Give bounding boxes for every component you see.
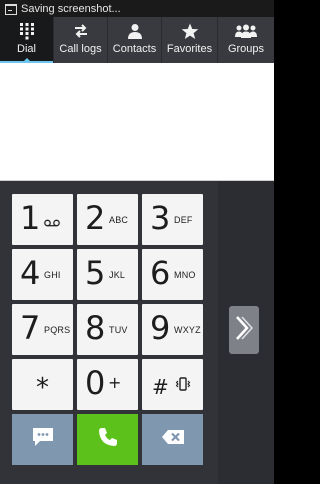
key-3[interactable]: 3 DEF — [142, 194, 203, 245]
key-letters: PQRS — [44, 325, 71, 335]
expand-panel-button[interactable] — [229, 306, 259, 354]
key-digit: 8 — [85, 309, 106, 347]
tab-label: Call logs — [59, 43, 102, 55]
call-logs-icon — [70, 21, 92, 41]
message-icon — [31, 426, 55, 453]
key-letters: JKL — [109, 270, 126, 280]
key-digit: 3 — [150, 199, 171, 237]
key-star[interactable]: * — [12, 359, 73, 410]
key-digit: * — [36, 373, 49, 403]
key-0[interactable]: 0 + — [77, 359, 138, 410]
key-letters: GHI — [44, 270, 61, 280]
tab-bar: Dial Call logs Contacts Favorites Groups — [0, 17, 274, 63]
key-digit: 0 — [85, 364, 106, 402]
key-letters: WXYZ — [174, 325, 201, 335]
tab-label: Dial — [17, 43, 36, 55]
key-7[interactable]: 7 PQRS — [12, 304, 73, 355]
tab-dial[interactable]: Dial — [0, 17, 54, 63]
key-digit: 1 — [20, 199, 41, 237]
download-icon — [3, 2, 17, 15]
key-6[interactable]: 6 MNO — [142, 249, 203, 300]
key-4[interactable]: 4 GHI — [12, 249, 73, 300]
delete-button[interactable] — [142, 414, 203, 465]
key-letters: TUV — [109, 325, 128, 335]
backspace-icon — [161, 429, 185, 450]
dialpad-icon — [16, 21, 38, 41]
key-8[interactable]: 8 TUV — [77, 304, 138, 355]
key-letters: MNO — [174, 270, 196, 280]
chevron-right-icon — [235, 315, 254, 346]
vibrate-icon — [175, 376, 191, 397]
key-2[interactable]: 2 ABC — [77, 194, 138, 245]
key-9[interactable]: 9 WXYZ — [142, 304, 203, 355]
key-letters: + — [108, 373, 122, 392]
status-bar: Saving screenshot... — [0, 0, 274, 17]
phone-icon — [97, 426, 119, 453]
groups-icon — [235, 21, 257, 41]
tab-groups[interactable]: Groups — [218, 17, 274, 63]
key-digit: 7 — [20, 309, 41, 347]
key-digit: 6 — [150, 254, 171, 292]
tab-label: Favorites — [166, 43, 213, 55]
key-digit: 5 — [85, 254, 106, 292]
star-icon — [179, 21, 201, 41]
voicemail-icon — [44, 214, 60, 232]
key-hash[interactable]: # — [142, 359, 203, 410]
contact-icon — [124, 21, 146, 41]
status-text: Saving screenshot... — [21, 2, 121, 15]
message-button[interactable] — [12, 414, 73, 465]
tab-contacts[interactable]: Contacts — [108, 17, 162, 63]
key-digit: 9 — [150, 309, 171, 347]
key-1[interactable]: 1 — [12, 194, 73, 245]
key-5[interactable]: 5 JKL — [77, 249, 138, 300]
call-button[interactable] — [77, 414, 138, 465]
tab-favorites[interactable]: Favorites — [162, 17, 218, 63]
tab-label: Groups — [227, 43, 265, 55]
tab-label: Contacts — [112, 43, 157, 55]
key-digit: # — [152, 375, 169, 399]
key-letters: DEF — [174, 215, 193, 225]
key-digit: 4 — [20, 254, 41, 292]
tab-call-logs[interactable]: Call logs — [54, 17, 108, 63]
key-digit: 2 — [85, 199, 106, 237]
number-display[interactable] — [0, 63, 274, 181]
key-letters: ABC — [109, 215, 129, 225]
